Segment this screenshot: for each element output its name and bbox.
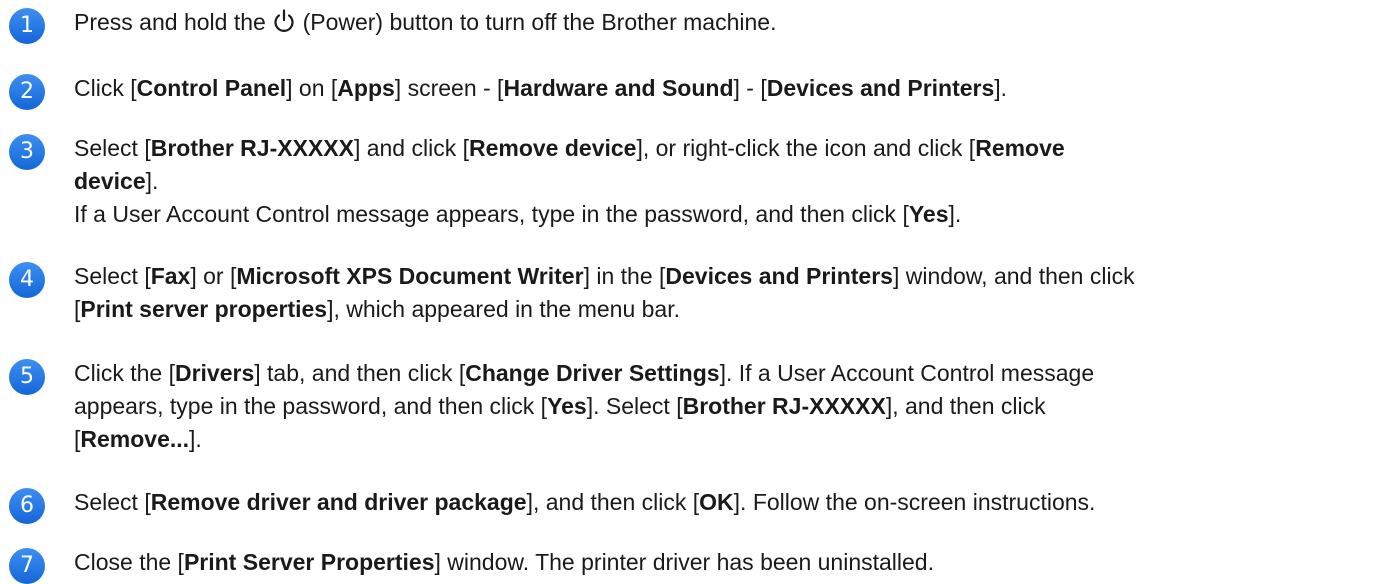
text-run: If a User Account Control message appear… [74,201,909,227]
power-icon [273,9,295,42]
text-run: ]. If a User Account Control message [719,360,1095,386]
text-run: ] window, and then click [892,263,1135,289]
ui-term: Print Server Properties [183,549,435,575]
ui-term: Microsoft XPS Document Writer [236,263,584,289]
text-run: ] window. The printer driver has been un… [434,549,934,575]
text-run: ]. [145,168,159,194]
step-text: Select [Fax] or [Microsoft XPS Document … [74,260,1389,326]
text-run: Press and hold the [74,9,273,35]
ui-term: Print server properties [80,296,328,322]
text-run: ], which appeared in the menu bar. [327,296,681,322]
ui-term: device [74,168,146,194]
step-number-badge: 6 [9,488,45,524]
text-run: Click the [ [74,360,175,386]
step-text: Press and hold the (Power) button to tur… [74,6,1389,42]
ui-term: Control Panel [136,75,287,101]
text-run: ]. [948,201,962,227]
text-run: ] in the [ [583,263,666,289]
text-run: ] on [ [286,75,338,101]
text-run: ], and then click [ [526,489,700,515]
step-number-badge: 5 [9,359,45,395]
ui-term: Drivers [174,360,255,386]
ui-term: Yes [908,201,949,227]
text-run: Close the [ [74,549,184,575]
text-run: ]. Select [ [586,393,683,419]
ui-term: Devices and Printers [665,263,893,289]
ui-term: Remove [975,135,1065,161]
step-number-badge: 7 [9,548,45,584]
text-run: ] screen - [ [394,75,504,101]
text-run: (Power) button to turn off the Brother m… [296,9,777,35]
text-run: Select [ [74,135,151,161]
ui-term: Apps [337,75,395,101]
text-run: ]. [994,75,1008,101]
ui-term: Fax [150,263,191,289]
text-run: ], or right-click the icon and click [ [636,135,976,161]
text-run: ] tab, and then click [ [254,360,466,386]
step-number-badge: 2 [9,74,45,110]
ui-term: Change Driver Settings [465,360,720,386]
text-run: Click [ [74,75,137,101]
text-run: ] or [ [190,263,237,289]
step-text: Click the [Drivers] tab, and then click … [74,357,1389,456]
ui-term: Devices and Printers [766,75,995,101]
text-run: Select [ [74,489,151,515]
ui-term: Remove device [468,135,637,161]
text-run: Select [ [74,263,151,289]
text-run: appears, type in the password, and then … [74,393,548,419]
step-text: Click [Control Panel] on [Apps] screen -… [74,72,1389,105]
ui-term: Brother RJ-XXXXX [150,135,354,161]
ui-term: Remove... [80,426,190,452]
ui-term: Brother RJ-XXXXX [682,393,886,419]
text-run: ] - [ [733,75,767,101]
text-run: ]. Follow the on-screen instructions. [733,489,1096,515]
step-number-badge: 3 [9,134,45,170]
step-text: Close the [Print Server Properties] wind… [74,546,1389,579]
step-number-badge: 4 [9,262,45,298]
ui-term: OK [699,489,734,515]
text-run: ] and click [ [353,135,469,161]
step-text: Select [Remove driver and driver package… [74,486,1389,519]
step-text: Select [Brother RJ-XXXXX] and click [Rem… [74,132,1389,231]
ui-term: Yes [547,393,587,419]
text-run: ]. [189,426,202,452]
ui-term: Remove driver and driver package [150,489,527,515]
step-number-badge: 1 [9,8,45,44]
text-run: ], and then click [885,393,1046,419]
ui-term: Hardware and Sound [503,75,734,101]
